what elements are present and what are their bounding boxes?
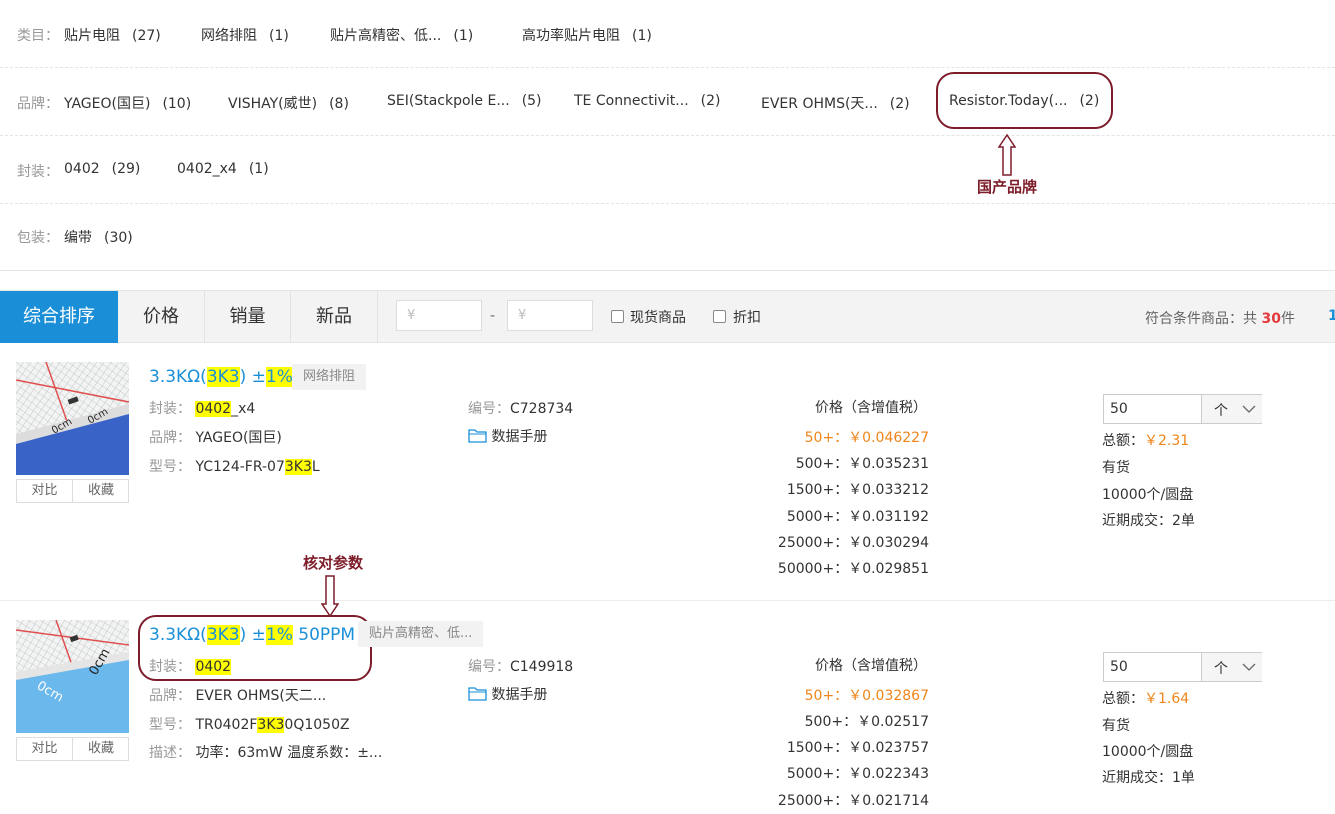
brand-option[interactable]: TE Connectivit... (2) [574,93,720,109]
brand-attr: 品牌： EVER OHMS(天二... [149,688,327,704]
favorite-button[interactable]: 收藏 [73,738,129,760]
package-option[interactable]: 0402 (29) [64,161,140,177]
brand-option[interactable]: YAGEO(国巨) (10) [64,93,191,113]
brand-attr: 品牌： YAGEO(国巨) [149,430,282,446]
price-tier: 500+：￥0.035231 [795,456,929,472]
datasheet-link[interactable]: 数据手册 [468,684,547,704]
price-tier: 50000+：￥0.029851 [777,561,929,577]
brand-option[interactable]: SEI(Stackpole E... (5) [387,93,542,109]
datasheet-link[interactable]: 数据手册 [468,426,547,446]
favorite-button[interactable]: 收藏 [73,480,129,502]
model-attr: 型号： YC124-FR-073K3L [149,459,320,475]
total-amount: 总额：￥2.31 [1102,433,1190,449]
package-option[interactable]: 0402_x4 (1) [177,161,269,177]
price-range-dash: - [490,308,496,324]
compare-button[interactable]: 对比 [17,738,73,760]
package-attr: 封装： 0402 [149,659,232,675]
product-image[interactable]: 0cm 0cm [16,620,129,733]
package-filter-label: 封装： [17,164,59,180]
price-tier: 1500+：￥0.033212 [786,482,929,498]
category-option[interactable]: 高功率贴片电阻 (1) [522,25,652,45]
stock-status: 有货 [1102,460,1130,476]
description-attr: 描述： 功率：63mW 温度系数：±... [149,745,383,761]
category-option[interactable]: 网络排阻 (1) [201,25,289,45]
chevron-down-icon [1242,405,1256,413]
package-attr: 封装： 0402_x4 [149,401,256,417]
compare-favorite-bar: 对比 收藏 [16,479,129,503]
price-tier: 25000+：￥0.021714 [777,793,929,809]
packing-filter-label: 包装： [17,230,59,246]
product-row: 0cm 0cm 对比 收藏 3.3KΩ(3K3) ±1% 网络排阻 封装： 04… [0,343,1335,601]
category-tag[interactable]: 网络排阻 [292,364,367,390]
price-to-input[interactable]: ¥ [507,300,593,331]
brand-filter-row: 品牌： YAGEO(国巨) (10) VISHAY(威世) (8) SEI(Stac… [0,68,1335,136]
unit-select[interactable]: 个 [1201,653,1262,681]
up-arrow-icon [998,134,1016,176]
stock-status: 有货 [1102,718,1130,734]
in-stock-checkbox[interactable] [611,310,624,323]
total-amount: 总额：￥1.64 [1102,691,1190,707]
quantity-input[interactable]: 50 个 [1103,394,1262,424]
product-title[interactable]: 3.3KΩ(3K3) ±1% 50PPM [149,625,355,645]
result-count: 符合条件商品：共 30件 [1145,311,1295,327]
price-tier: 50+：￥0.032867 [804,688,929,704]
price-header: 价格（含增值税） [815,400,927,416]
discount-label[interactable]: 折扣 [733,307,761,327]
compare-button[interactable]: 对比 [17,480,73,502]
folder-icon [468,429,487,443]
compare-favorite-bar: 对比 收藏 [16,737,129,761]
tab-new-sort[interactable]: 新品 [291,291,378,343]
reel-quantity: 10000个/圆盘 [1102,487,1194,503]
category-option[interactable]: 贴片电阻 (27) [64,25,161,45]
tab-price-sort[interactable]: 价格 [118,291,205,343]
price-header: 价格（含增值税） [815,658,927,674]
price-tier: 5000+：￥0.022343 [786,766,929,782]
package-filter-row: 封装： 0402 (29) 0402_x4 (1) [0,136,1335,204]
quantity-input[interactable]: 50 个 [1103,652,1262,682]
price-tier: 25000+：￥0.030294 [777,535,929,551]
discount-checkbox[interactable] [713,310,726,323]
in-stock-label[interactable]: 现货商品 [630,307,686,327]
tab-sales-sort[interactable]: 销量 [205,291,291,343]
product-image[interactable]: 0cm 0cm [16,362,129,475]
price-tier: 50+：￥0.046227 [804,430,929,446]
category-tag[interactable]: 贴片高精密、低... [358,621,484,647]
product-code: 编号：C728734 [468,401,574,417]
brand-option[interactable]: VISHAY(威世) (8) [228,93,349,113]
product-code: 编号：C149918 [468,659,574,675]
price-tier: 5000+：￥0.031192 [786,509,929,525]
price-tier: 500+：￥0.02517 [804,714,929,730]
tab-comprehensive-sort[interactable]: 综合排序 [0,291,118,343]
product-title[interactable]: 3.3KΩ(3K3) ±1% [149,367,293,387]
packing-filter-row: 包装： 编带 (30) [0,204,1335,271]
sort-bar: 综合排序 价格 销量 新品 ¥ - ¥ 现货商品 折扣 符合条件商品：共 30件… [0,290,1335,343]
category-filter-label: 类目： [17,28,59,44]
price-tier: 1500+：￥0.023757 [786,740,929,756]
packing-option[interactable]: 编带 (30) [64,227,133,247]
category-option[interactable]: 贴片高精密、低... (1) [330,25,473,45]
reel-quantity: 10000个/圆盘 [1102,744,1194,760]
domestic-brand-highlight [936,72,1113,129]
model-attr: 型号： TR0402F3K30Q1050Z [149,717,350,733]
brand-option[interactable]: EVER OHMS(天... (2) [761,93,910,113]
chevron-down-icon [1242,663,1256,671]
product-row: 0cm 0cm 对比 收藏 3.3KΩ(3K3) ±1% 50PPM 贴片高精密… [0,601,1335,814]
category-filter-row: 类目： 贴片电阻 (27) 网络排阻 (1) 贴片高精密、低... (1) 高功率贴片… [0,0,1335,68]
recent-orders: 近期成交：2单 [1102,513,1195,529]
page-number[interactable]: 1 [1328,308,1335,324]
price-from-input[interactable]: ¥ [396,300,482,331]
folder-icon [468,687,487,701]
check-params-annotation: 核对参数 [303,554,364,572]
recent-orders: 近期成交：1单 [1102,770,1195,786]
brand-filter-label: 品牌： [17,96,59,112]
unit-select[interactable]: 个 [1201,395,1262,423]
domestic-brand-annotation: 国产品牌 [977,178,1038,196]
